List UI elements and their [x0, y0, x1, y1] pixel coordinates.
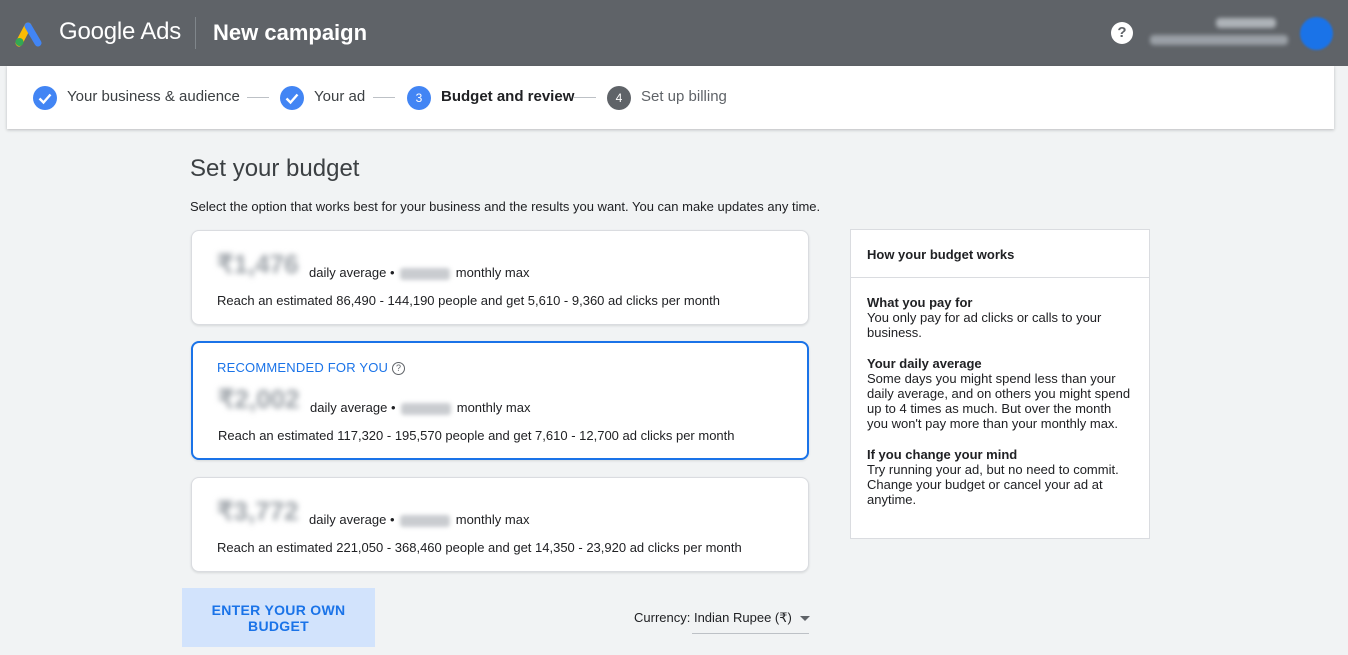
budget-option-3[interactable]: ₹3,772 daily average • monthly max Reach…	[191, 477, 809, 572]
info-section-heading: What you pay for	[867, 295, 973, 310]
account-email-blurred	[1150, 35, 1288, 45]
step-4-number: 4	[607, 86, 631, 110]
daily-amount-blurred: ₹3,772	[217, 496, 299, 526]
page-title: New campaign	[213, 20, 368, 45]
monthly-amount-blurred	[401, 402, 452, 415]
account-info[interactable]	[1150, 18, 1290, 45]
monthly-max-label: monthly max	[455, 265, 530, 280]
budget-summary: daily average • monthly max	[309, 512, 529, 527]
monthly-amount-blurred	[400, 267, 451, 280]
section-subtitle: Select the option that works best for yo…	[190, 199, 821, 214]
info-section-body: Some days you might spend less than your…	[867, 371, 1131, 431]
section-title: Set your budget	[190, 155, 360, 182]
step-3-label: Budget and review	[441, 88, 575, 105]
info-panel-title: How your budget works	[851, 230, 1149, 278]
step-1-label[interactable]: Your business & audience	[67, 88, 240, 105]
reach-estimate: Reach an estimated 86,490 - 144,190 peop…	[217, 293, 721, 308]
monthly-amount-blurred	[400, 514, 451, 527]
header-divider	[195, 17, 196, 49]
top-app-bar: Google Ads New campaign ?	[0, 0, 1348, 66]
monthly-max-label: monthly max	[456, 400, 531, 415]
info-section-body: Try running your ad, but no need to comm…	[867, 462, 1119, 507]
recommended-label: RECOMMENDED FOR YOU	[217, 360, 389, 375]
enter-own-budget-button[interactable]: ENTER YOUR OWN BUDGET	[182, 588, 375, 647]
monthly-max-label: monthly max	[455, 512, 530, 527]
currency-select-underline	[692, 633, 809, 634]
currency-select[interactable]: Currency: Indian Rupee (₹)	[634, 610, 810, 626]
help-circle-icon[interactable]: ?	[392, 362, 406, 376]
step-2-check-icon	[280, 86, 304, 110]
reach-estimate: Reach an estimated 117,320 - 195,570 peo…	[218, 428, 735, 443]
budget-option-1[interactable]: ₹1,476 daily average • monthly max Reach…	[191, 230, 809, 325]
google-ads-logo-icon	[15, 22, 42, 47]
step-connector	[574, 97, 596, 98]
budget-summary: daily average • monthly max	[310, 400, 530, 415]
info-section: If you change your mind Try running your…	[851, 447, 1149, 507]
dropdown-arrow-icon	[799, 616, 810, 622]
daily-amount-blurred: ₹2,002	[218, 384, 300, 414]
budget-info-panel: How your budget works What you pay for Y…	[850, 229, 1150, 539]
info-section: What you pay for You only pay for ad cli…	[851, 295, 1149, 340]
step-1-check-icon	[33, 86, 57, 110]
brand-name: Google Ads	[59, 18, 182, 45]
daily-average-label: daily average •	[309, 512, 395, 527]
step-4-label: Set up billing	[641, 88, 727, 105]
daily-average-label: daily average •	[309, 265, 395, 280]
daily-average-label: daily average •	[310, 400, 396, 415]
budget-summary: daily average • monthly max	[309, 265, 529, 280]
info-section-heading: Your daily average	[867, 356, 982, 371]
info-section-body: You only pay for ad clicks or calls to y…	[867, 310, 1102, 340]
daily-amount-blurred: ₹1,476	[217, 249, 299, 279]
step-connector	[247, 97, 269, 98]
help-icon[interactable]: ?	[1111, 22, 1133, 44]
budget-option-2-recommended[interactable]: RECOMMENDED FOR YOU? ₹2,002 daily averag…	[191, 341, 809, 460]
recommended-badge: RECOMMENDED FOR YOU?	[217, 360, 406, 376]
campaign-stepper: Your business & audience Your ad 3 Budge…	[7, 66, 1334, 129]
step-2-label[interactable]: Your ad	[314, 88, 365, 105]
avatar[interactable]	[1300, 17, 1333, 50]
info-section: Your daily average Some days you might s…	[851, 356, 1149, 431]
reach-estimate: Reach an estimated 221,050 - 368,460 peo…	[217, 540, 742, 555]
step-connector	[373, 97, 395, 98]
account-name-blurred	[1216, 18, 1276, 28]
step-3-number: 3	[407, 86, 431, 110]
info-section-heading: If you change your mind	[867, 447, 1018, 462]
currency-label: Currency: Indian Rupee (₹)	[634, 610, 792, 625]
